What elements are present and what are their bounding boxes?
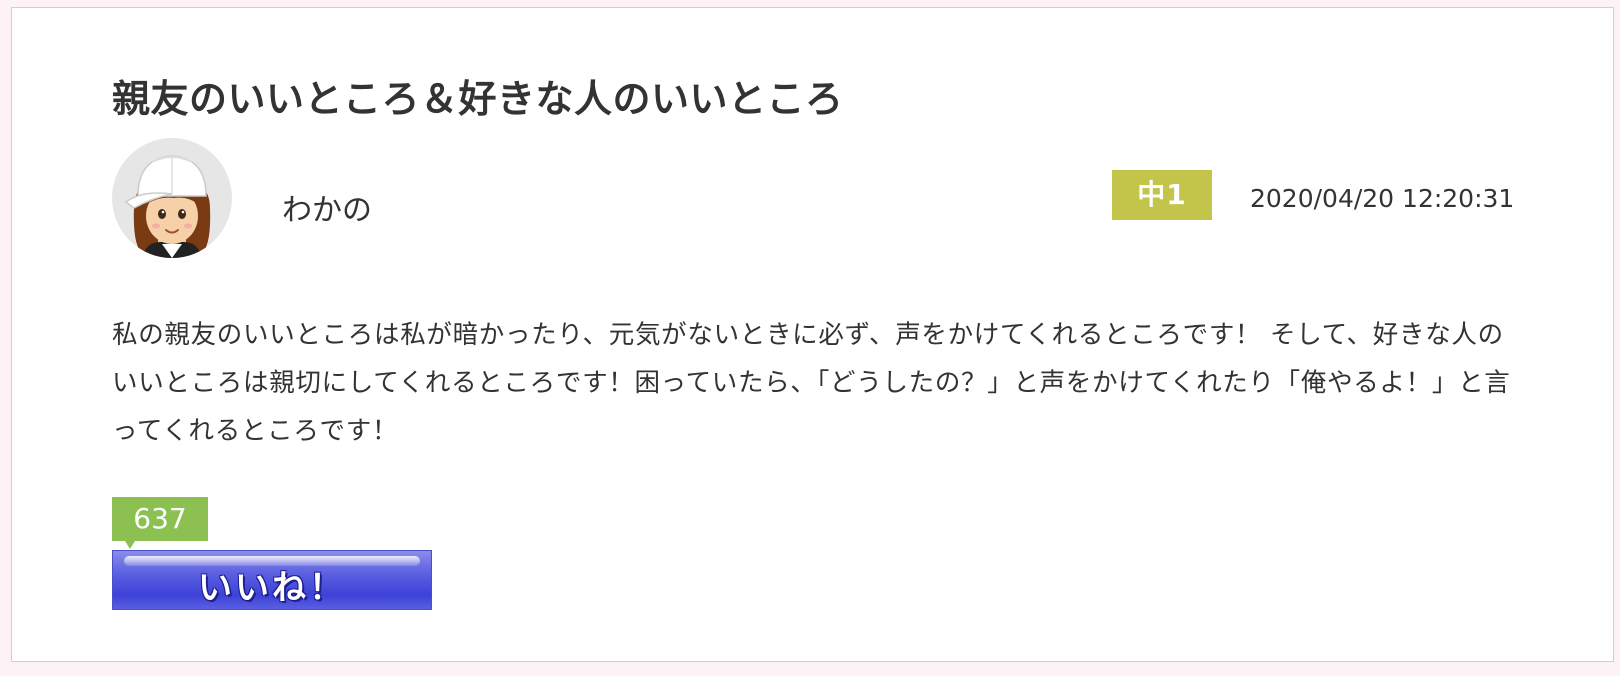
author-name[interactable]: わかの: [282, 185, 372, 229]
like-count-pointer: [125, 541, 135, 549]
girl-avatar-icon: [124, 155, 211, 258]
author-avatar: [112, 138, 232, 258]
like-count-badge: 637: [112, 497, 208, 541]
post-card: 親友のいいところ＆好きな人のいいところ わかの 中1 2020/04/20 12…: [11, 7, 1614, 662]
like-button[interactable]: いいね！: [112, 550, 432, 610]
like-button-label: いいね！: [198, 568, 346, 608]
post-title: 親友のいいところ＆好きな人のいいところ: [112, 77, 844, 121]
post-timestamp: 2020/04/20 12:20:31: [1250, 184, 1515, 213]
post-body: 私の親友のいいところは私が暗かったり、元気がないときに必ず、声をかけてくれるとこ…: [112, 320, 1511, 446]
grade-badge: 中1: [1112, 170, 1212, 220]
